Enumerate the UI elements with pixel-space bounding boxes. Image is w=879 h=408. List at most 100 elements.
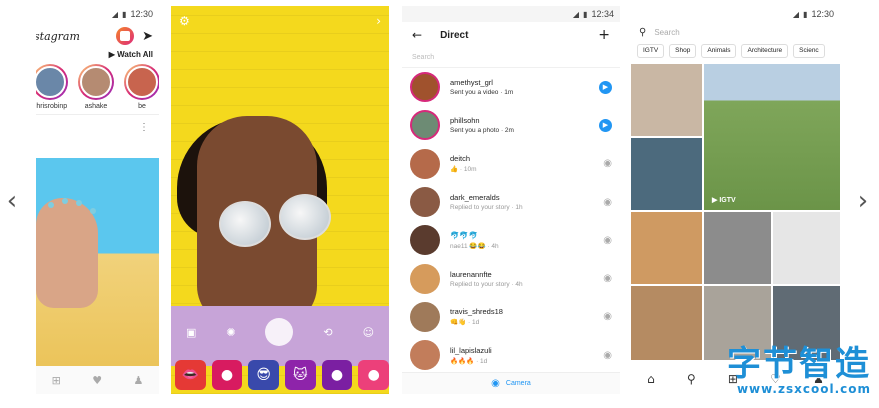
avatar — [410, 263, 440, 294]
heart-icon[interactable]: ♥ — [92, 374, 102, 387]
direct-header: ← Direct + — [402, 22, 620, 48]
prev-arrow-icon[interactable]: ‹ — [2, 186, 22, 216]
settings-icon[interactable]: ⚙ — [179, 14, 190, 28]
thread-name: 🐬🐬🐬 — [450, 230, 479, 240]
status-bar: ◢ ▮ 12:34 — [402, 6, 620, 22]
thread-name: phillsohn — [450, 116, 480, 126]
story-item[interactable]: ashake — [78, 64, 114, 114]
thread-preview: Replied to your story · 4h — [450, 280, 523, 288]
avatar — [410, 225, 440, 256]
add-icon[interactable]: ⊞ — [52, 374, 61, 387]
chip-animals[interactable]: Animals — [701, 44, 737, 58]
thread-preview: Replied to your story · 1h — [450, 204, 523, 212]
search-input[interactable]: Search — [402, 48, 620, 68]
profile-icon[interactable]: ♟ — [133, 374, 143, 387]
grid-tile[interactable] — [631, 286, 702, 360]
home-icon[interactable]: ⌂ — [647, 372, 655, 386]
thread-preview: Sent you a video · 1m — [450, 89, 514, 97]
battery-icon: ▮ — [122, 9, 127, 19]
thread-name: deitch — [450, 154, 471, 164]
signal-icon: ◢ — [572, 9, 580, 19]
avatar — [410, 340, 440, 371]
avatar — [410, 187, 440, 218]
thread-row[interactable]: 🐬🐬🐬 nae11 😂😂 · 4h ◉ — [402, 221, 620, 259]
flip-camera-icon[interactable]: ⟲ — [323, 326, 332, 339]
avatar — [410, 301, 440, 332]
more-options-icon[interactable]: ⋮ — [139, 122, 149, 133]
filter-purple-icon[interactable]: ● — [321, 360, 353, 390]
search-icon[interactable]: ⚲ — [687, 372, 696, 386]
camera-icon[interactable]: ◉ — [603, 158, 612, 169]
igtv-badge: ▶ IGTV — [712, 197, 736, 204]
chip-science[interactable]: Scienc — [793, 44, 825, 58]
camera-label: Camera — [505, 380, 531, 387]
hand-photo — [36, 198, 98, 308]
play-icon[interactable]: ▶ — [599, 80, 612, 94]
thread-name: travis_shreds18 — [450, 307, 503, 317]
filter-sunglasses-icon[interactable]: 😎 — [248, 360, 280, 390]
story-item[interactable]: be — [124, 64, 159, 114]
sunglasses-lens — [279, 194, 331, 240]
new-message-icon[interactable]: + — [598, 27, 610, 43]
status-bar: ◢ ▮ 12:30 — [631, 6, 840, 22]
thread-name: amethyst_grl — [450, 78, 493, 88]
camera-top-bar: ⚙ › — [179, 14, 381, 28]
story-item[interactable]: chrisrobinp — [36, 64, 68, 114]
chip-architecture[interactable]: Architecture — [741, 44, 789, 58]
chip-shop[interactable]: Shop — [669, 44, 697, 58]
grid-tile[interactable] — [704, 212, 771, 284]
camera-icon[interactable]: ◉ — [603, 235, 612, 246]
thread-row[interactable]: dark_emeralds Replied to your story · 1h ◉ — [402, 183, 620, 221]
thread-row[interactable]: travis_shreds18 👊👋 · 1d ◉ — [402, 298, 620, 336]
watermark: 字节智造 www.zsxcool.com — [727, 346, 871, 396]
watermark-title: 字节智造 — [727, 344, 871, 384]
status-bar: ◢ ▮ 12:30 — [36, 6, 159, 22]
grid-tile-video[interactable]: ▶ IGTV — [704, 64, 840, 210]
thread-row[interactable]: amethyst_grl Sent you a video · 1m ▶ — [402, 68, 620, 106]
camera-icon[interactable]: ◉ — [603, 350, 612, 361]
status-time: 12:34 — [591, 9, 614, 19]
filter-lips-icon[interactable]: 👄 — [175, 360, 206, 390]
camera-icon: ◉ — [491, 378, 500, 389]
camera-button[interactable]: ◉ Camera — [402, 372, 620, 394]
igtv-icon[interactable] — [116, 27, 135, 45]
camera-icon[interactable]: ◉ — [603, 273, 612, 284]
feed-bottom-nav: ⊞ ♥ ♟ — [36, 366, 159, 394]
back-arrow-icon[interactable]: ← — [412, 28, 422, 42]
post-image[interactable] — [36, 158, 159, 366]
grid-tile[interactable] — [631, 212, 702, 284]
battery-icon: ▮ — [583, 9, 588, 19]
thread-row[interactable]: deitch 👍 · 10m ◉ — [402, 145, 620, 183]
camera-icon[interactable]: ◉ — [603, 311, 612, 322]
flash-icon[interactable]: ✺ — [226, 326, 235, 339]
filter-pink-icon[interactable]: ● — [358, 360, 389, 390]
feed-header: stagram ➤ — [36, 22, 159, 50]
thread-row[interactable]: laurenannfte Replied to your story · 4h ◉ — [402, 259, 620, 297]
camera-controls: ▣ ✺ ⟲ ☺ — [171, 318, 389, 346]
play-icon[interactable]: ▶ — [599, 118, 612, 132]
thread-preview: 👊👋 · 1d — [450, 319, 480, 327]
filter-cat-icon[interactable]: 🐱 — [285, 360, 316, 390]
thread-list: amethyst_grl Sent you a video · 1m ▶ phills… — [402, 68, 620, 374]
face-filter-icon[interactable]: ☺ — [363, 326, 374, 339]
watch-all-link[interactable]: ▶ Watch All — [36, 50, 159, 64]
story-name: chrisrobinp — [36, 103, 68, 110]
next-arrow-icon[interactable]: › — [853, 186, 873, 216]
close-icon[interactable]: › — [376, 14, 381, 28]
shutter-button[interactable] — [265, 318, 294, 346]
grid-tile[interactable] — [631, 64, 702, 136]
feed-screen: ◢ ▮ 12:30 stagram ➤ ▶ Watch All chrisrob… — [36, 6, 159, 394]
page-title: Direct — [440, 29, 469, 41]
thread-row[interactable]: phillsohn Sent you a photo · 2m ▶ — [402, 106, 620, 144]
grid-tile[interactable] — [631, 138, 702, 210]
direct-send-icon[interactable]: ➤ — [142, 29, 153, 44]
thread-preview: 🔥🔥🔥 · 1d — [450, 357, 488, 365]
grid-tile[interactable] — [773, 212, 840, 284]
camera-icon[interactable]: ◉ — [603, 197, 612, 208]
filter-bubble-icon[interactable]: ● — [211, 360, 243, 390]
chip-igtv[interactable]: IGTV — [637, 44, 665, 58]
thread-row[interactable]: lil_lapislazuli 🔥🔥🔥 · 1d ◉ — [402, 336, 620, 374]
gallery-icon[interactable]: ▣ — [186, 326, 196, 339]
search-bar[interactable]: ⚲ Search — [631, 22, 840, 42]
explore-screen: ◢ ▮ 12:30 ⚲ Search IGTV Shop Animals Arc… — [631, 6, 840, 394]
